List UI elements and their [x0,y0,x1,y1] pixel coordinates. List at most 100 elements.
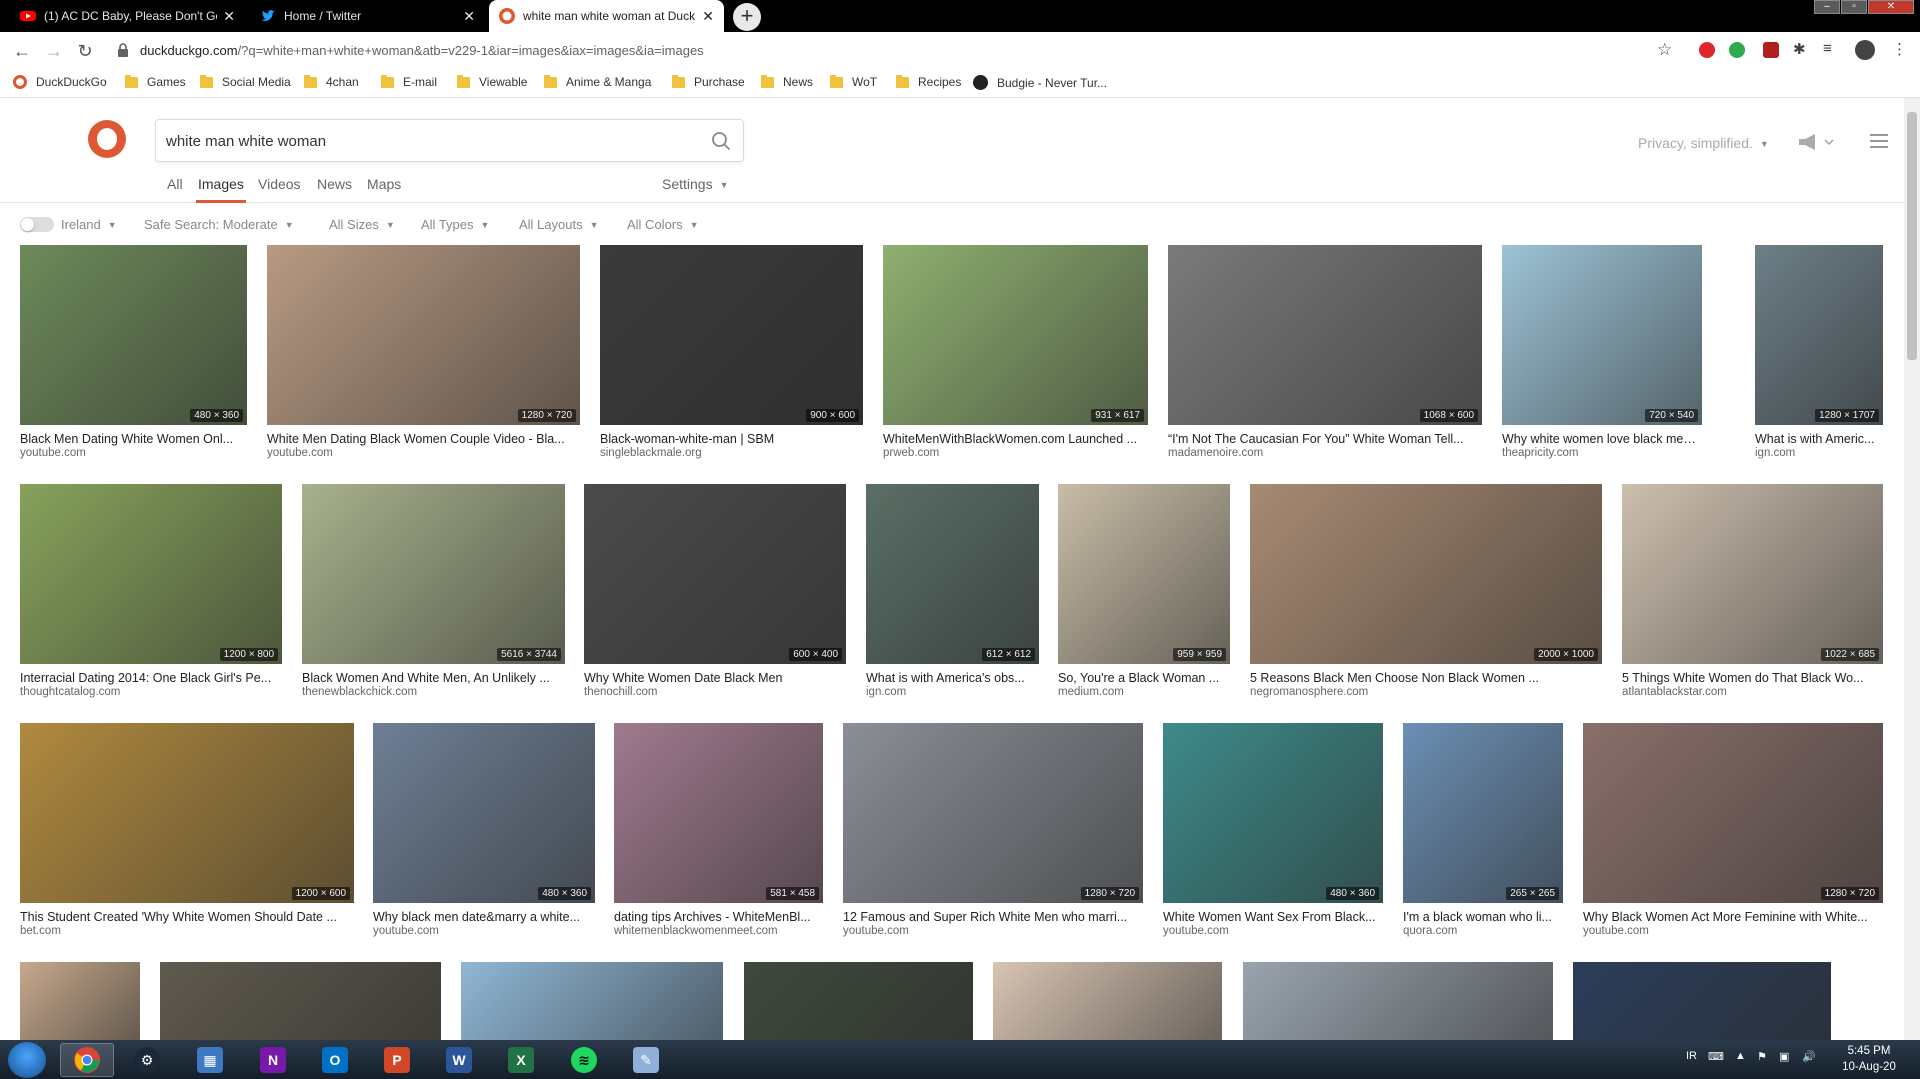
forward-icon[interactable]: → [43,40,65,62]
privacy-tagline-dropdown[interactable]: Privacy, simplified. ▼ [1638,135,1769,151]
image-source-domain[interactable]: thenochill.com [584,686,846,698]
image-source-domain[interactable]: thenewblackchick.com [302,686,565,698]
minimize-button[interactable]: – [1814,0,1840,14]
tab-twitter[interactable]: Home / Twitter ✕ [250,0,485,32]
new-tab-button[interactable]: + [733,3,761,31]
image-caption[interactable]: I'm a black woman who li... [1403,910,1563,924]
image-thumbnail[interactable]: 959 × 959 [1058,484,1230,664]
bookmark-folder-social-media[interactable]: Social Media [200,74,291,89]
image-thumbnail[interactable] [160,962,441,1040]
flag-icon[interactable]: ⚑ [1757,1050,1767,1063]
taskbar-onenote[interactable]: N [246,1043,300,1077]
image-source-domain[interactable]: bet.com [20,925,354,937]
image-thumbnail[interactable]: 5616 × 3744 [302,484,565,664]
tab-images[interactable]: Images [198,176,244,192]
image-thumbnail[interactable] [20,962,140,1040]
image-caption[interactable]: 12 Famous and Super Rich White Men who m… [843,910,1143,924]
image-thumbnail[interactable]: 1280 × 720 [267,245,580,425]
image-caption[interactable]: Black-woman-white-man | SBM [600,432,863,446]
image-thumbnail[interactable]: 581 × 458 [614,723,823,903]
image-caption[interactable]: So, You're a Black Woman ... [1058,671,1230,685]
bookmark-folder-4chan[interactable]: 4chan [304,74,359,89]
image-thumbnail[interactable]: 900 × 600 [600,245,863,425]
reload-icon[interactable]: ↻ [74,40,96,62]
tab-maps[interactable]: Maps [367,176,401,192]
image-source-domain[interactable]: singleblackmale.org [600,447,863,459]
tab-videos[interactable]: Videos [258,176,301,192]
image-thumbnail[interactable]: 612 × 612 [866,484,1039,664]
image-caption[interactable]: What is with America's obs... [866,671,1039,685]
shield-extension-icon[interactable] [1763,42,1779,58]
safe-search-filter[interactable]: Safe Search: Moderate ▼ [144,217,294,232]
image-thumbnail[interactable]: 1068 × 600 [1168,245,1482,425]
region-toggle[interactable] [20,217,54,232]
image-thumbnail[interactable]: 1280 × 720 [843,723,1143,903]
close-tab-icon[interactable]: ✕ [702,8,714,25]
image-source-domain[interactable]: prweb.com [883,447,1148,459]
image-source-domain[interactable]: youtube.com [373,925,595,937]
scrollbar-thumb[interactable] [1907,112,1917,360]
image-source-domain[interactable]: madamenoire.com [1168,447,1482,459]
image-thumbnail[interactable]: 2000 × 1000 [1250,484,1602,664]
image-caption[interactable]: What is with Americ... [1755,432,1883,446]
taskbar-word[interactable]: W [432,1043,486,1077]
bookmark-folder-games[interactable]: Games [125,74,186,89]
bookmark-folder-recipes[interactable]: Recipes [896,74,961,89]
image-thumbnail[interactable] [744,962,973,1040]
language-indicator[interactable]: IR [1686,1050,1697,1062]
image-thumbnail[interactable] [1573,962,1831,1040]
image-source-domain[interactable]: quora.com [1403,925,1563,937]
image-caption[interactable]: Why black men date&marry a white... [373,910,595,924]
bookmark-folder-wot[interactable]: WoT [830,74,877,89]
taskbar-outlook[interactable]: O [308,1043,362,1077]
close-tab-icon[interactable]: ✕ [223,8,235,25]
network-icon[interactable]: ▣ [1779,1050,1789,1063]
adblock-extension-icon[interactable] [1699,42,1715,58]
chrome-menu-icon[interactable]: ⋮ [1892,40,1907,58]
image-caption[interactable]: Why white women love black men - P... [1502,432,1702,446]
settings-dropdown[interactable]: Settings ▼ [662,176,729,192]
megaphone-icon[interactable] [1797,133,1835,151]
image-thumbnail[interactable] [461,962,723,1040]
tab-news[interactable]: News [317,176,352,192]
image-source-domain[interactable]: whitemenblackwomenmeet.com [614,925,823,937]
maximize-button[interactable]: ▫ [1841,0,1867,14]
bookmark-folder-purchase[interactable]: Purchase [672,74,745,89]
extensions-puzzle-icon[interactable]: ✱ [1793,40,1806,58]
tab-all[interactable]: All [167,176,183,192]
image-thumbnail[interactable]: 1280 × 1707 [1755,245,1883,425]
image-source-domain[interactable]: theapricity.com [1502,447,1702,459]
image-caption[interactable]: “I'm Not The Caucasian For You” White Wo… [1168,432,1482,446]
image-source-domain[interactable]: thoughtcatalog.com [20,686,282,698]
bookmark-star-icon[interactable]: ☆ [1657,40,1672,60]
image-thumbnail[interactable]: 265 × 265 [1403,723,1563,903]
search-icon[interactable] [711,131,731,151]
image-source-domain[interactable]: youtube.com [843,925,1143,937]
image-source-domain[interactable]: youtube.com [1583,925,1883,937]
image-thumbnail[interactable]: 480 × 360 [20,245,247,425]
back-icon[interactable]: ← [11,40,33,62]
image-source-domain[interactable]: youtube.com [267,447,580,459]
bookmark-folder-news[interactable]: News [761,74,813,89]
image-caption[interactable]: White Women Want Sex From Black... [1163,910,1383,924]
taskbar-paint[interactable]: ✎ [619,1043,673,1077]
show-hidden-icons[interactable]: ▲ [1735,1050,1746,1062]
bookmark-folder-anime-manga[interactable]: Anime & Manga [544,74,651,89]
keyboard-icon[interactable]: ⌨ [1708,1050,1724,1063]
size-filter[interactable]: All Sizes ▼ [329,217,395,232]
image-caption[interactable]: White Men Dating Black Women Couple Vide… [267,432,580,446]
region-filter[interactable]: Ireland ▼ [61,217,117,232]
image-thumbnail[interactable]: 720 × 540 [1502,245,1702,425]
image-caption[interactable]: Why Black Women Act More Feminine with W… [1583,910,1883,924]
image-thumbnail[interactable]: 1280 × 720 [1583,723,1883,903]
image-caption[interactable]: Why White Women Date Black Men [584,671,846,685]
image-source-domain[interactable]: medium.com [1058,686,1230,698]
volume-icon[interactable]: 🔊 [1802,1050,1816,1063]
start-button[interactable] [8,1042,46,1078]
duckduckgo-logo[interactable] [88,120,126,158]
green-extension-icon[interactable] [1729,42,1745,58]
image-thumbnail[interactable]: 600 × 400 [584,484,846,664]
image-caption[interactable]: WhiteMenWithBlackWomen.com Launched ... [883,432,1148,446]
taskbar-chrome[interactable] [60,1043,114,1077]
taskbar-excel[interactable]: X [494,1043,548,1077]
